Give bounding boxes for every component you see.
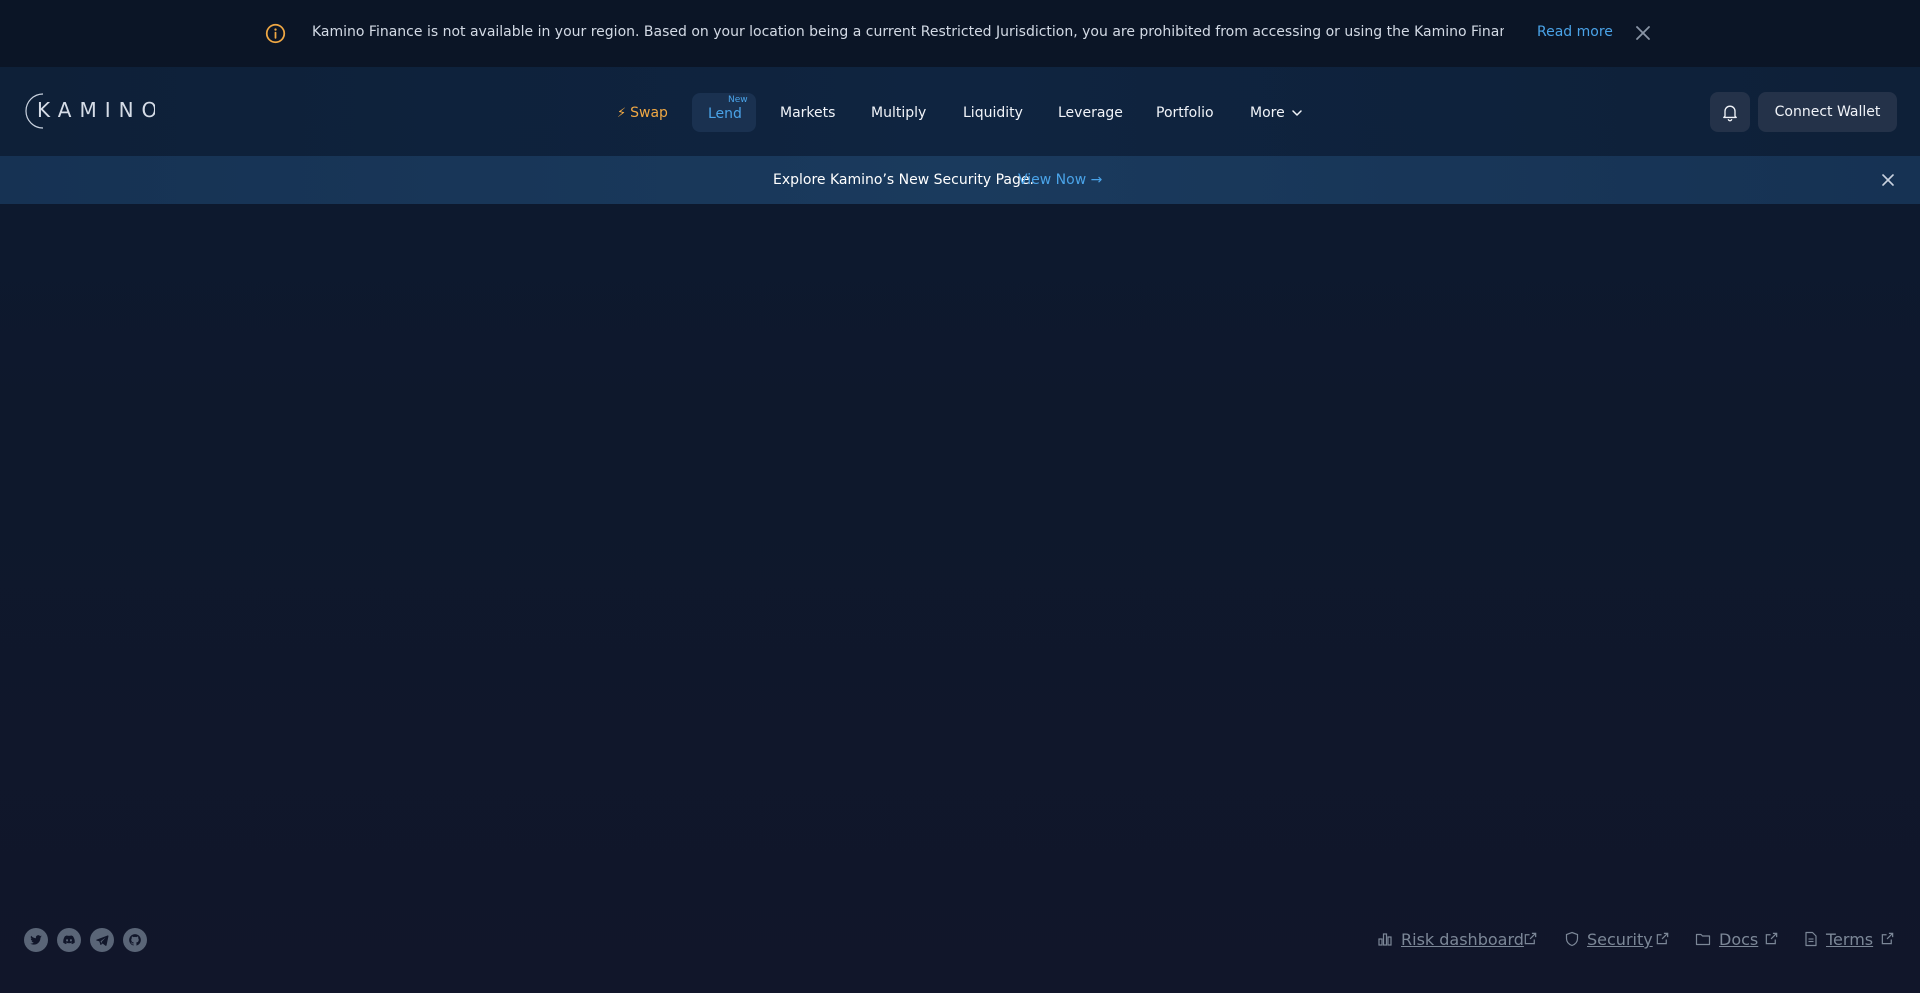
telegram-icon[interactable] [90,928,114,952]
nav-more-label: More [1250,105,1285,121]
nav-markets[interactable]: Markets [780,105,835,121]
folder-icon [1695,933,1711,946]
nav-lend[interactable]: New Lend [692,93,756,132]
bolt-icon: ⚡ [617,106,627,121]
nav-swap-label: Swap [630,105,668,121]
terms-link[interactable]: Terms [1826,930,1873,949]
chevron-down-icon [1291,110,1302,116]
view-now-link[interactable]: View Now → [1018,172,1102,188]
nav-leverage[interactable]: Leverage [1058,105,1123,121]
info-circle-icon [265,23,286,44]
nav-multiply[interactable]: Multiply [871,105,926,121]
chart-icon [1378,933,1392,946]
nav-portfolio[interactable]: Portfolio [1156,105,1214,121]
top-navigation-header: KAMINO ⚡ Swap New Lend Markets Multiply L… [0,67,1920,156]
security-announcement-text: Explore Kamino’s New Security Page. [773,172,1034,188]
connect-wallet-button[interactable]: Connect Wallet [1758,92,1897,132]
main-nav: ⚡ Swap New Lend Markets Multiply Liquidit… [0,67,1920,156]
region-restriction-banner: Kamino Finance is not available in your … [0,0,1920,67]
document-icon [1805,931,1817,947]
external-link-icon[interactable] [1880,931,1895,946]
nav-more-dropdown[interactable]: More [1250,105,1303,121]
new-badge: New [728,95,748,105]
external-link-icon[interactable] [1655,931,1670,946]
region-restriction-message: Kamino Finance is not available in your … [312,24,1504,40]
nav-swap[interactable]: ⚡ Swap [617,105,668,121]
bell-icon [1723,105,1737,122]
external-link-icon[interactable] [1764,931,1779,946]
close-icon[interactable] [1634,24,1652,42]
discord-icon[interactable] [57,928,81,952]
shield-icon [1565,931,1579,947]
docs-link[interactable]: Docs [1719,930,1758,949]
notifications-button[interactable] [1710,92,1750,132]
security-link[interactable]: Security [1587,930,1653,949]
nav-liquidity[interactable]: Liquidity [963,105,1023,121]
nav-lend-label: Lend [708,106,742,122]
external-link-icon[interactable] [1523,931,1538,946]
twitter-icon[interactable] [24,928,48,952]
risk-dashboard-link[interactable]: Risk dashboard [1401,930,1524,949]
github-icon[interactable] [123,928,147,952]
close-icon[interactable] [1881,173,1895,187]
security-announcement-bar: Explore Kamino’s New Security Page. View… [0,156,1920,204]
read-more-link[interactable]: Read more [1537,24,1613,40]
